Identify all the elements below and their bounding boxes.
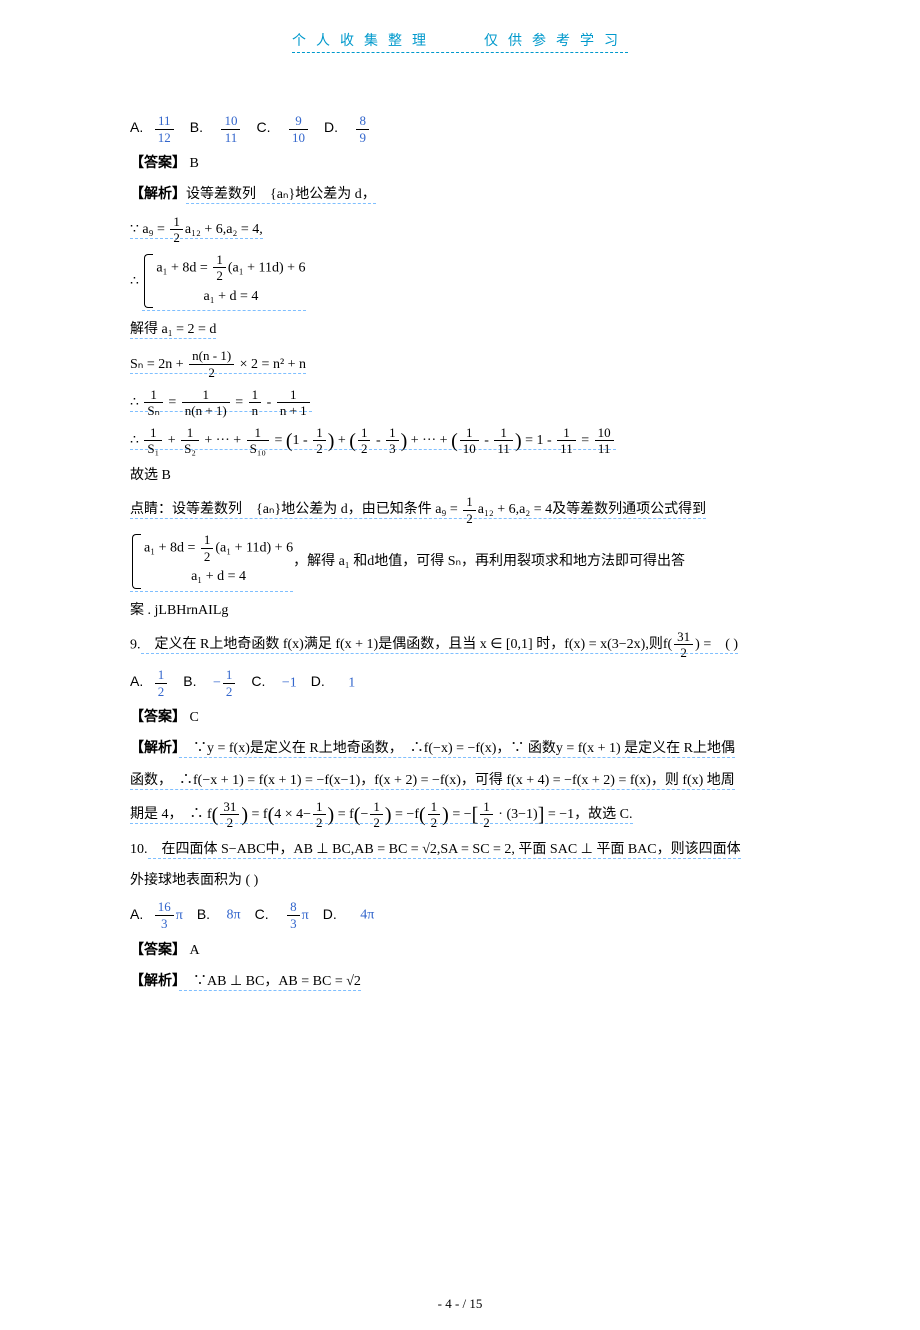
choice-d-frac: 89 <box>356 113 369 145</box>
q10-d-label: D. <box>323 906 337 922</box>
q8-choices: A. 1112 B. 1011 C. 910 D. 89 <box>130 113 790 145</box>
q10-ans-label: 【答案】 <box>130 943 186 958</box>
q8-step5: ∴ 1Sₙ = 1n(n + 1) = 1n - 1n + 1 <box>130 387 790 419</box>
choice-c-label: C. <box>256 119 270 135</box>
q10-ans-value: A <box>190 943 200 958</box>
step2-1a: a₁ + 8d = <box>156 260 211 275</box>
q8-answer: 【答案】 B <box>130 151 790 176</box>
q8-note: 点睛：设等差数列 {aₙ}地公差为 d，由已知条件 a₉ = 12a₁₂ + 6… <box>130 494 790 526</box>
answer-value: B <box>190 156 199 171</box>
note-b: a₁₂ + 6,a₂ = 4及等差数列通项公式得到 <box>478 502 706 517</box>
step2-2: a₁ + d = 4 <box>156 284 305 309</box>
q8-step2: ∴ a₁ + 8d = 12(a₁ + 11d) + 6 a₁ + d = 4 <box>130 252 790 311</box>
step3-text: 解得 a₁ = 2 = d <box>130 322 216 339</box>
q9-answer: 【答案】 C <box>130 705 790 730</box>
q9-expl-3: 期是 4， ∴ f(312) = f(4 × 4−12) = f(−12) = … <box>130 799 790 831</box>
q10-stem-text: 在四面体 S−ABC中，AB ⊥ BC,AB = BC = √2,SA = SC… <box>148 842 741 859</box>
q9-d-label: D. <box>311 673 325 689</box>
q8-note2: a₁ + 8d = 12(a₁ + 11d) + 6 a₁ + d = 4 ，解… <box>130 532 790 591</box>
step1-b: a₁₂ + 6,a₂ = 4, <box>185 222 263 237</box>
q9-number: 9. <box>130 637 141 652</box>
q9-choices: A. 12 B. −12 C. −1 D. 1 <box>130 667 790 699</box>
q10-choices: A. 163π B. 8π C. 83π D. 4π <box>130 899 790 931</box>
page-footer: - 4 - / 15 <box>0 1296 920 1312</box>
q8-expl-line1: 【解析】设等差数列 {aₙ}地公差为 d， <box>130 182 790 207</box>
note2-after: ，解得 a₁ 和d地值，可得 Sₙ，再利用裂项求和地方法即可得出答 <box>293 549 685 574</box>
q10-stem: 10. 在四面体 S−ABC中，AB ⊥ BC,AB = BC = √2,SA … <box>130 837 790 862</box>
q8-conclude: 故选 B <box>130 463 790 488</box>
q10-expl-label: 【解析】 <box>130 974 179 989</box>
q9-b-label: B. <box>183 673 196 689</box>
step5-a: ∴ <box>130 395 142 410</box>
q8-step1: ∵ a₉ = 12a₁₂ + 6,a₂ = 4, <box>130 214 790 246</box>
q9-expl-label: 【解析】 <box>130 741 179 756</box>
choice-a-label: A. <box>130 119 143 135</box>
q9-c-label: C. <box>251 673 265 689</box>
step2-intro: ∴ <box>130 269 139 294</box>
q10-stem2: 外接球地表面积为 ( ) <box>130 868 790 893</box>
answer-label: 【答案】 <box>130 156 186 171</box>
choice-a-frac: 1112 <box>155 113 174 145</box>
q9-stem-b: ) = ( ) <box>695 637 738 652</box>
page-container: 个人收集整理 仅供参考学习 A. 1112 B. 1011 C. 910 D. … <box>0 0 920 1330</box>
step6-a: ∴ <box>130 433 142 448</box>
q10-a-label: A. <box>130 906 143 922</box>
choice-b-label: B. <box>190 119 203 135</box>
q8-step6: ∴ 1S₁ + 1S₂ + ··· + 1S₁₀ = (1 - 12) + (1… <box>130 425 790 457</box>
step1-a: ∵ a₉ = <box>130 222 168 237</box>
q9-ans-value: C <box>190 710 199 725</box>
expl-label: 【解析】 <box>130 187 186 202</box>
q9-expl-1: 【解析】 ∵y = f(x)是定义在 R上地奇函数， ∴f(−x) = −f(x… <box>130 736 790 761</box>
choice-d-label: D. <box>324 119 338 135</box>
step4-a: Sₙ = 2n + <box>130 357 187 372</box>
step5-eq: = <box>165 395 180 410</box>
q9-a-label: A. <box>130 673 143 689</box>
header-text: 个人收集整理 仅供参考学习 <box>292 30 628 53</box>
step2-1b: (a₁ + 11d) + 6 <box>228 260 306 275</box>
q10-b-label: B. <box>197 906 210 922</box>
q10-b-text: 8π <box>227 908 241 923</box>
q9-ans-label: 【答案】 <box>130 710 186 725</box>
q9-stem-a: 定义在 R上地奇函数 f(x)满足 f(x + 1)是偶函数，且当 x ∈ [0… <box>141 637 673 652</box>
q10-expl1-text: ∵AB ⊥ BC，AB = BC = √2 <box>179 974 361 991</box>
page-header: 个人收集整理 仅供参考学习 <box>130 30 790 53</box>
q9-a-frac: 12 <box>155 667 168 699</box>
q9-d-text: 1 <box>348 675 355 690</box>
q9-c-text: −1 <box>282 675 297 690</box>
q9-expl1-text: ∵y = f(x)是定义在 R上地奇函数， ∴f(−x) = −f(x)，∵ 函… <box>179 741 735 758</box>
q8-step3: 解得 a₁ = 2 = d <box>130 317 790 342</box>
q10-d-text: 4π <box>360 908 374 923</box>
step4-b: × 2 = n² + n <box>236 357 306 372</box>
q9-expl-2: 函数， ∴f(−x + 1) = f(x + 1) = −f(x−1)，f(x … <box>130 768 790 793</box>
expl-text1: 设等差数列 {aₙ}地公差为 d， <box>186 187 376 204</box>
choice-c-frac: 910 <box>289 113 308 145</box>
q8-step4: Sₙ = 2n + n(n - 1)2 × 2 = n² + n <box>130 348 790 380</box>
q10-number: 10. <box>130 842 148 857</box>
q10-expl-1: 【解析】 ∵AB ⊥ BC，AB = BC = √2 <box>130 969 790 994</box>
q10-answer: 【答案】 A <box>130 938 790 963</box>
q10-c-label: C. <box>255 906 269 922</box>
q8-note3: 案 . jLBHrnAILg <box>130 598 790 623</box>
q9-stem: 9. 定义在 R上地奇函数 f(x)满足 f(x + 1)是偶函数，且当 x ∈… <box>130 629 790 661</box>
q9-b-frac: 12 <box>223 667 236 699</box>
note-a: 点睛：设等差数列 {aₙ}地公差为 d，由已知条件 a₉ = <box>130 502 461 517</box>
choice-b-frac: 1011 <box>221 113 240 145</box>
